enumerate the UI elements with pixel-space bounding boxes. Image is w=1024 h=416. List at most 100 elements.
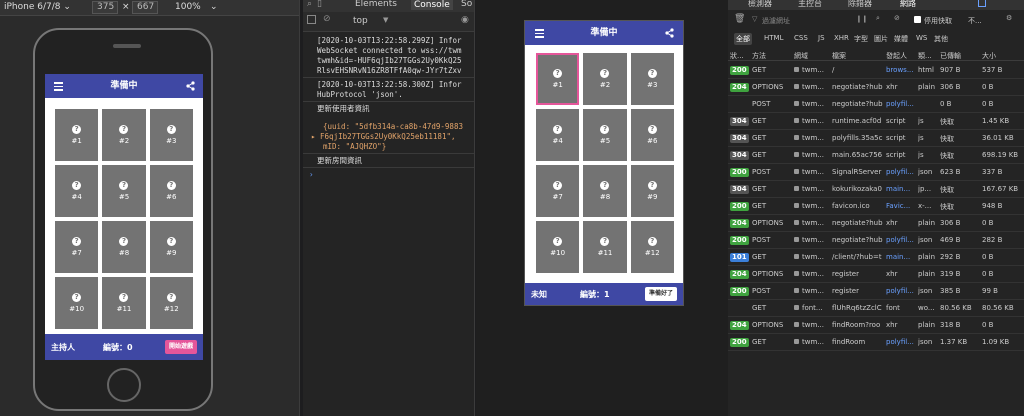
request-row[interactable]: 204 OPTIONS twm... negotiate?hub xhr plain 306… (728, 215, 1024, 232)
context-select[interactable]: top (353, 16, 368, 26)
filter-9[interactable]: 其他 (932, 33, 950, 45)
filter-0[interactable]: 全部 (734, 33, 752, 45)
request-row[interactable]: 204 OPTIONS twm... register xhr plain 319 B 0 B (728, 266, 1024, 283)
column-header[interactable]: 檔案 (832, 51, 846, 61)
tab-elements[interactable]: Elements (355, 0, 397, 9)
zoom-select[interactable]: 100% (175, 2, 201, 12)
card-6[interactable]: ? #6 (149, 165, 193, 217)
card-9[interactable]: ? #9 (149, 221, 193, 273)
filter-3[interactable]: JS (816, 33, 827, 43)
card-4[interactable]: ? #4 (55, 165, 99, 217)
card-4[interactable]: ? #4 (536, 109, 580, 161)
width-input[interactable]: 375 (92, 1, 118, 14)
tab-network[interactable]: 網路 (900, 0, 916, 9)
inspect-icon[interactable]: ⌕ (307, 0, 312, 9)
clear-console-icon[interactable]: ⊘ (323, 14, 331, 24)
card-1[interactable]: ? #1 (536, 53, 580, 105)
height-input[interactable]: 667 (132, 1, 158, 14)
card-8[interactable]: ? #8 (583, 165, 627, 217)
request-row[interactable]: GET font... flUhRq6tzZclC font wo... 80.56 KB… (728, 300, 1024, 317)
console-prompt: › (309, 170, 314, 179)
request-row[interactable]: 200 GET twm... / brows... html 907 B 537 B (728, 62, 1024, 79)
tab-debugger[interactable]: 除錯器 (848, 0, 872, 9)
card-12[interactable]: ? #12 (149, 277, 193, 329)
card-3[interactable]: ? #3 (630, 53, 674, 105)
column-header[interactable]: 網域 (794, 51, 808, 61)
card-7[interactable]: ? #7 (55, 221, 99, 273)
card-9[interactable]: ? #9 (630, 165, 674, 217)
filter-7[interactable]: 媒體 (892, 33, 910, 45)
card-5[interactable]: ? #5 (102, 165, 146, 217)
column-header[interactable]: 發起人 (886, 51, 907, 61)
card-5[interactable]: ? #5 (583, 109, 627, 161)
card-11[interactable]: ? #11 (583, 221, 627, 273)
filter-8[interactable]: WS (914, 33, 929, 43)
type-cell: x-... (918, 202, 932, 210)
request-row[interactable]: 304 GET twm... kokurikozaka0 main... jp... 快取 1… (728, 181, 1024, 198)
card-12[interactable]: ? #12 (630, 221, 674, 273)
request-row[interactable]: 200 POST twm... negotiate?hub polyfil... json… (728, 232, 1024, 249)
phone-frame: 準備中 ? #1? #2? #3? #4? #5? #6? #7? #8? #9? #10? #11?… (33, 28, 213, 411)
card-6[interactable]: ? #6 (630, 109, 674, 161)
throttle-select[interactable]: 不... (968, 16, 982, 26)
card-2[interactable]: ? #2 (583, 53, 627, 105)
request-row[interactable]: 304 GET twm... polyfills.35a5c script js 快取 36.… (728, 130, 1024, 147)
log-separator (303, 153, 474, 154)
request-row[interactable]: POST twm... negotiate?hub polyfil... 0 B 0 B (728, 96, 1024, 113)
filter-2[interactable]: CSS (792, 33, 810, 43)
filter-1[interactable]: HTML (762, 33, 785, 43)
share-icon[interactable] (665, 28, 674, 38)
zoom-caret-icon[interactable]: ⌄ (210, 2, 218, 12)
request-row[interactable]: 204 OPTIONS twm... negotiate?hub xhr plain 306… (728, 79, 1024, 96)
trash-icon[interactable]: 🗑 (734, 14, 745, 24)
filter-6[interactable]: 圖片 (872, 33, 890, 45)
card-10[interactable]: ? #10 (55, 277, 99, 329)
filter-5[interactable]: 字型 (852, 33, 870, 45)
ready-button[interactable]: 準備好了 (644, 287, 677, 301)
tab-sources[interactable]: So (461, 0, 472, 9)
question-icon: ? (72, 181, 82, 190)
menu-icon[interactable] (535, 29, 544, 40)
column-header[interactable]: 大小 (982, 51, 996, 61)
column-header[interactable]: 已傳輸 (940, 51, 961, 61)
filter-4[interactable]: XHR (832, 33, 851, 43)
menu-icon[interactable] (54, 82, 63, 93)
device-select[interactable]: iPhone 6/7/8 ⌄ (4, 2, 71, 12)
column-header[interactable]: 類... (918, 51, 932, 61)
pause-icon[interactable]: ❙❙ (856, 15, 868, 23)
request-row[interactable]: 204 OPTIONS twm... findRoom?roo xhr plain 318 … (728, 317, 1024, 334)
tab-inspector[interactable]: 檢測器 (748, 0, 772, 9)
card-10[interactable]: ? #10 (536, 221, 580, 273)
column-header[interactable]: 方法 (752, 51, 766, 61)
disable-cache-checkbox[interactable] (914, 16, 921, 23)
sidebar-toggle-icon[interactable] (307, 15, 316, 24)
card-8[interactable]: ? #8 (102, 221, 146, 273)
request-row[interactable]: 101 GET twm.../client/?hub=t main... plain 29… (728, 249, 1024, 266)
gear-icon[interactable]: ⚙ (1006, 14, 1012, 22)
request-row[interactable]: 200 POST twm... SignalRServer polyfil... json… (728, 164, 1024, 181)
share-icon[interactable] (186, 81, 195, 91)
card-3[interactable]: ? #3 (149, 109, 193, 161)
filter-urls-input[interactable]: 過濾網址 (762, 16, 790, 26)
request-row[interactable]: 200 GET twm... favicon.ico Favic... x-... 快取 94… (728, 198, 1024, 215)
dock-icon[interactable] (978, 0, 986, 7)
card-7[interactable]: ? #7 (536, 165, 580, 217)
file-cell: register (832, 287, 859, 295)
request-row[interactable]: 304 GET twm... runtime.acf0d script js 快取 1.45 … (728, 113, 1024, 130)
request-row[interactable]: 200 POST twm... register polyfil... json 385 B… (728, 283, 1024, 300)
column-header[interactable]: 狀... (730, 51, 744, 61)
start-game-button[interactable]: 開始遊戲 (164, 340, 197, 354)
search-icon[interactable]: ⌕ (876, 14, 880, 23)
card-1[interactable]: ? #1 (55, 109, 99, 161)
card-11[interactable]: ? #11 (102, 277, 146, 329)
request-row[interactable]: 200 GET twm... findRoom polyfil... json 1.37 K… (728, 334, 1024, 351)
context-caret-icon[interactable]: ▼ (383, 16, 388, 24)
card-2[interactable]: ? #2 (102, 109, 146, 161)
tab-console[interactable]: 主控台 (798, 0, 822, 9)
app-footer: 未知 編號：1 準備好了 (525, 283, 683, 305)
device-icon[interactable]: ▯ (317, 0, 322, 9)
tab-console[interactable]: Console (411, 0, 453, 10)
eye-icon[interactable]: ◉ (461, 15, 469, 25)
block-icon[interactable]: ⊘ (894, 14, 900, 22)
request-row[interactable]: 304 GET twm... main.65ac756 script js 快取 698.19… (728, 147, 1024, 164)
